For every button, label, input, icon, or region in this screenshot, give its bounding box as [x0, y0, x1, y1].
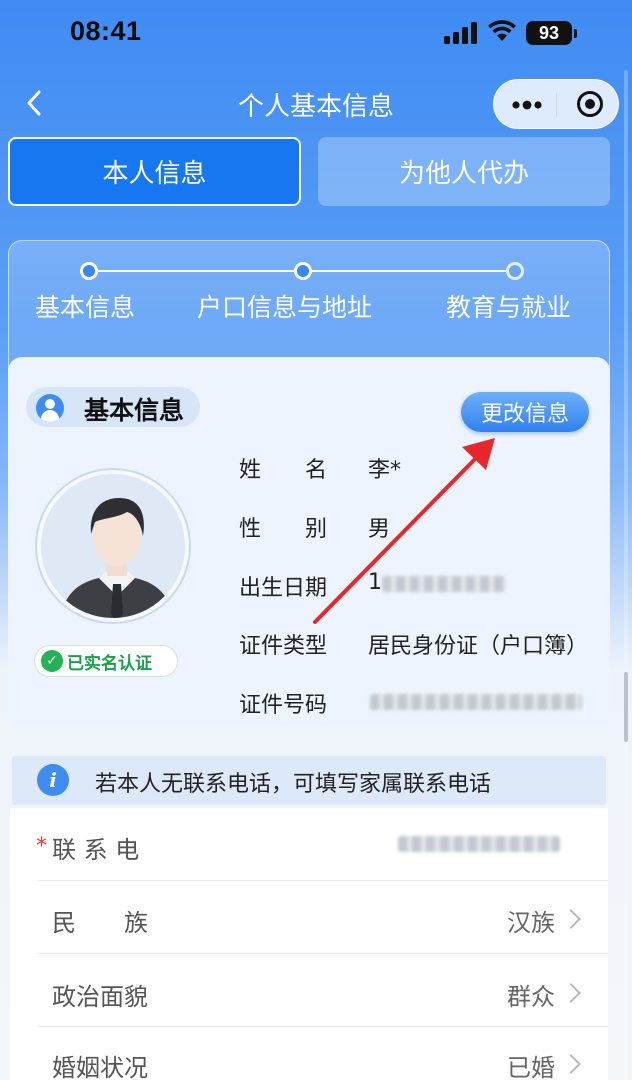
annotation-arrow	[313, 438, 495, 624]
